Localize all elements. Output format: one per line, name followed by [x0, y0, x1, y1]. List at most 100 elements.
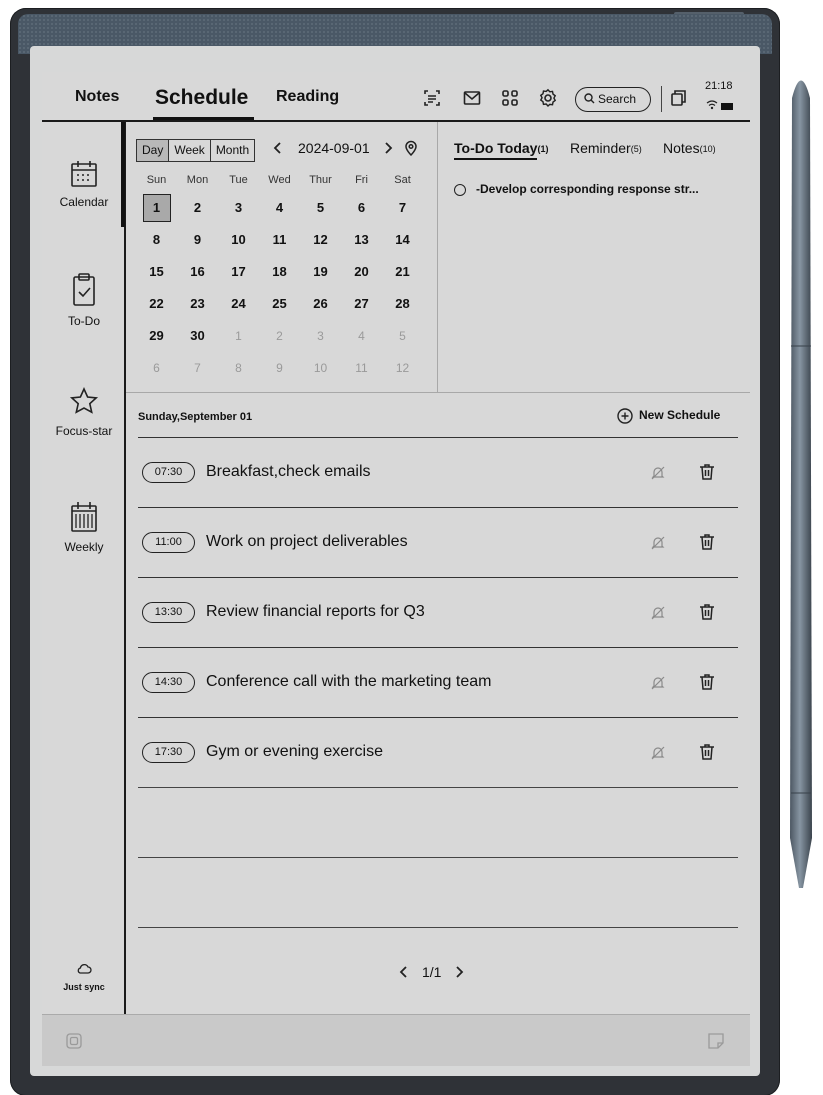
calendar-day[interactable]: 27	[341, 290, 382, 322]
calendar-day-outside-month[interactable]: 1	[218, 322, 259, 354]
apps-grid-icon[interactable]	[500, 88, 520, 108]
delete-trash-icon[interactable]	[699, 673, 715, 691]
calendar-day[interactable]: 14	[382, 226, 423, 258]
tab-todo-today[interactable]: To-Do Today(1)	[454, 140, 549, 160]
calendar-day[interactable]: 19	[300, 258, 341, 290]
calendar-day[interactable]: 13	[341, 226, 382, 258]
multitask-window-icon[interactable]	[669, 88, 689, 108]
schedule-title: Breakfast,check emails	[206, 463, 371, 480]
delete-trash-icon[interactable]	[699, 603, 715, 621]
page-indicator: 1/1	[422, 964, 442, 980]
reminder-off-icon[interactable]	[651, 675, 665, 691]
sidebar-item-todo[interactable]: To-Do	[42, 272, 126, 328]
calendar-day-outside-month[interactable]: 5	[382, 322, 423, 354]
calendar-day[interactable]: 5	[300, 194, 341, 226]
schedule-title: Conference call with the marketing team	[206, 673, 492, 690]
current-date: 2024-09-01	[298, 140, 370, 156]
todo-checkbox[interactable]	[454, 183, 466, 196]
search-button[interactable]: Search	[575, 87, 651, 112]
tab-reading[interactable]: Reading	[276, 88, 339, 106]
calendar-day-outside-month[interactable]: 6	[136, 354, 177, 386]
schedule-row[interactable]: 11:00 Work on project deliverables	[138, 507, 738, 577]
calendar-day[interactable]: 29	[136, 322, 177, 354]
calendar-day[interactable]: 7	[382, 194, 423, 226]
calendar-day[interactable]: 12	[300, 226, 341, 258]
new-schedule-button[interactable]: New Schedule	[617, 408, 720, 424]
calendar-day-outside-month[interactable]: 2	[259, 322, 300, 354]
layers-icon[interactable]	[66, 1033, 82, 1049]
calendar-day[interactable]: 6	[341, 194, 382, 226]
scan-text-icon[interactable]	[422, 88, 442, 108]
schedule-row[interactable]: 14:30 Conference call with the marketing…	[138, 647, 738, 717]
schedule-row[interactable]: 17:30 Gym or evening exercise	[138, 717, 738, 787]
month-calendar: Day Week Month 2024-09-01 Sun Mon Tue We…	[126, 122, 438, 392]
calendar-day[interactable]: 3	[218, 194, 259, 226]
sidebar-item-weekly[interactable]: Weekly	[42, 500, 126, 554]
view-day-button[interactable]: Day	[137, 140, 170, 161]
sidebar-item-label: Focus-star	[55, 424, 113, 438]
calendar-day-outside-month[interactable]: 10	[300, 354, 341, 386]
reminder-off-icon[interactable]	[651, 745, 665, 761]
tab-notes-panel[interactable]: Notes(10)	[663, 140, 716, 156]
sidebar-item-label: Calendar	[59, 195, 109, 209]
day-grid: 1 2 3 4 5 6 7 8 9 10 11 12 13 14 15 16 1…	[136, 194, 420, 386]
sidebar-item-calendar[interactable]: Calendar	[42, 159, 126, 209]
schedule-row[interactable]: 07:30 Breakfast,check emails	[138, 437, 738, 507]
calendar-day[interactable]: 8	[136, 226, 177, 258]
calendar-day[interactable]: 23	[177, 290, 218, 322]
calendar-day-outside-month[interactable]: 3	[300, 322, 341, 354]
tab-notes[interactable]: Notes	[75, 88, 119, 106]
calendar-day-outside-month[interactable]: 7	[177, 354, 218, 386]
calendar-day[interactable]: 28	[382, 290, 423, 322]
tab-schedule[interactable]: Schedule	[155, 86, 248, 110]
calendar-day[interactable]: 15	[136, 258, 177, 290]
empty-schedule-row[interactable]	[138, 787, 738, 857]
sticky-note-icon[interactable]	[708, 1033, 724, 1049]
schedule-title: Gym or evening exercise	[206, 743, 383, 760]
todo-item[interactable]: -Develop corresponding response str...	[454, 182, 699, 196]
calendar-day[interactable]: 30	[177, 322, 218, 354]
calendar-day[interactable]: 4	[259, 194, 300, 226]
reminder-off-icon[interactable]	[651, 465, 665, 481]
calendar-day[interactable]: 22	[136, 290, 177, 322]
chevron-right-icon[interactable]	[382, 141, 394, 155]
chevron-left-icon[interactable]	[272, 141, 284, 155]
view-week-button[interactable]: Week	[169, 140, 211, 161]
locate-today-icon[interactable]	[404, 140, 418, 156]
calendar-day[interactable]: 10	[218, 226, 259, 258]
tab-count: (1)	[537, 144, 549, 154]
time-badge: 17:30	[142, 742, 195, 763]
calendar-day[interactable]: 24	[218, 290, 259, 322]
chevron-left-icon[interactable]	[398, 965, 410, 979]
reminder-off-icon[interactable]	[651, 605, 665, 621]
sidebar-item-focus-star[interactable]: Focus-star	[42, 386, 126, 438]
calendar-day[interactable]: 25	[259, 290, 300, 322]
sync-button[interactable]: Just sync	[42, 962, 126, 992]
settings-gear-icon[interactable]	[538, 88, 558, 108]
calendar-day[interactable]: 21	[382, 258, 423, 290]
chevron-right-icon[interactable]	[453, 965, 465, 979]
calendar-day[interactable]: 11	[259, 226, 300, 258]
reminder-off-icon[interactable]	[651, 535, 665, 551]
delete-trash-icon[interactable]	[699, 463, 715, 481]
calendar-day-outside-month[interactable]: 11	[341, 354, 382, 386]
calendar-day-outside-month[interactable]: 8	[218, 354, 259, 386]
empty-schedule-row[interactable]	[138, 857, 738, 927]
delete-trash-icon[interactable]	[699, 743, 715, 761]
calendar-day-today[interactable]: 1	[142, 194, 171, 222]
tab-reminder[interactable]: Reminder(5)	[570, 140, 642, 156]
view-month-button[interactable]: Month	[211, 140, 254, 161]
calendar-day-outside-month[interactable]: 4	[341, 322, 382, 354]
calendar-day[interactable]: 18	[259, 258, 300, 290]
delete-trash-icon[interactable]	[699, 533, 715, 551]
calendar-day[interactable]: 17	[218, 258, 259, 290]
schedule-row[interactable]: 13:30 Review financial reports for Q3	[138, 577, 738, 647]
calendar-day[interactable]: 9	[177, 226, 218, 258]
calendar-day-outside-month[interactable]: 9	[259, 354, 300, 386]
calendar-day[interactable]: 16	[177, 258, 218, 290]
mail-icon[interactable]	[462, 88, 482, 108]
calendar-day[interactable]: 26	[300, 290, 341, 322]
calendar-day[interactable]: 2	[177, 194, 218, 226]
calendar-day-outside-month[interactable]: 12	[382, 354, 423, 386]
calendar-day[interactable]: 20	[341, 258, 382, 290]
